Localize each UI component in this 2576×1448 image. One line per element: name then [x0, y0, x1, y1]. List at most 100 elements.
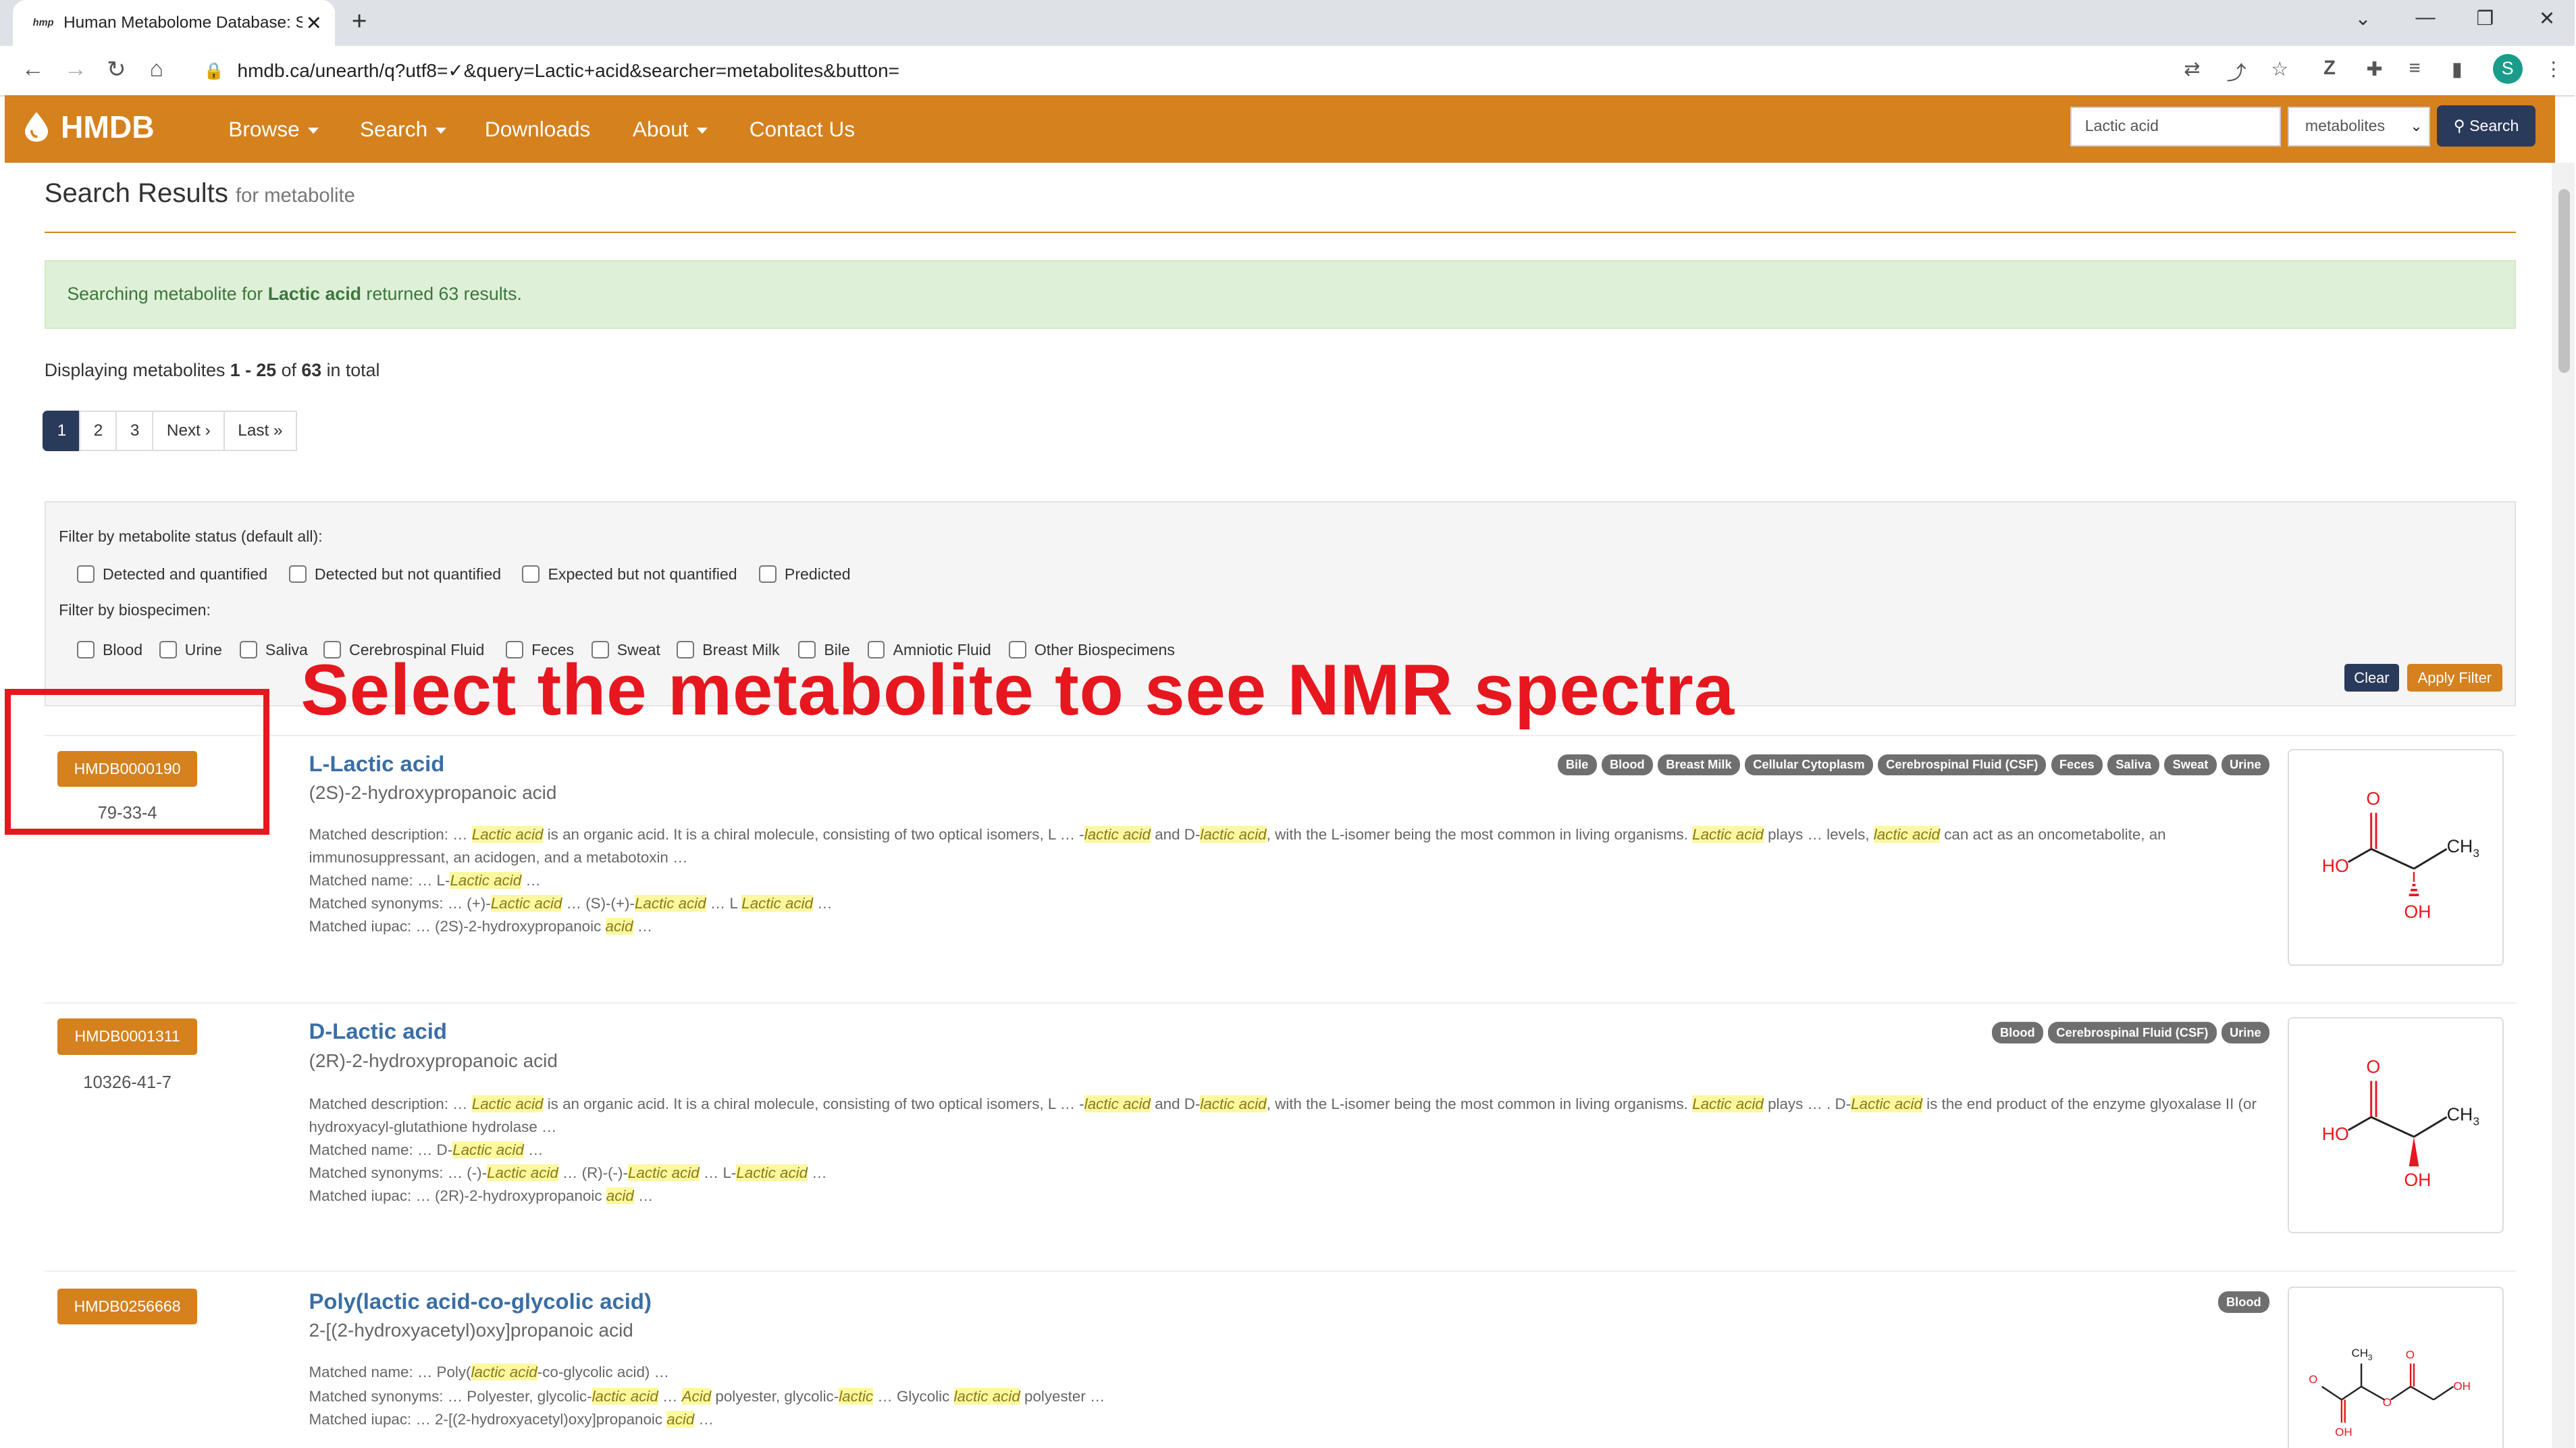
reload-icon[interactable]: ↻	[107, 56, 126, 83]
apply-filter-button[interactable]: Apply Filter	[2407, 663, 2502, 692]
highlight: Lactic acid	[1692, 825, 1764, 843]
nav-about[interactable]: About	[633, 117, 708, 142]
close-tab-icon[interactable]: ✕	[303, 11, 325, 35]
search-button[interactable]: ⚲ Search	[2437, 105, 2536, 147]
filter-predicted[interactable]: Predicted	[758, 565, 851, 584]
atom-oh-label: OH	[2404, 902, 2431, 923]
hmdb-id-button[interactable]: HMDB0256668	[57, 1288, 198, 1325]
metabolite-name-link[interactable]: D-Lactic acid	[309, 1018, 447, 1044]
page-last[interactable]: Last »	[223, 411, 298, 452]
page-3[interactable]: 3	[115, 411, 154, 452]
text-span: …	[633, 1187, 654, 1205]
page-title-text: Search Results	[44, 177, 228, 208]
profile-avatar[interactable]: S	[2492, 54, 2523, 84]
atom-subscript-label: 3	[2473, 1115, 2479, 1128]
page-next[interactable]: Next ›	[152, 411, 226, 452]
reading-list-icon[interactable]: ≡	[2409, 57, 2421, 80]
back-icon[interactable]: ←	[22, 56, 45, 82]
new-tab-icon[interactable]: +	[352, 7, 367, 36]
extensions-icon[interactable]: ✚	[2366, 57, 2382, 81]
nav-browse[interactable]: Browse	[228, 117, 319, 142]
displaying-suffix: in total	[321, 359, 380, 380]
search-input[interactable]: Lactic acid	[2070, 107, 2281, 147]
tab-search-icon[interactable]: ⌄	[2355, 7, 2371, 30]
biospecimen-filter-label: Filter by biospecimen:	[59, 601, 211, 619]
structure-image[interactable]: O HO CH 3 OH	[2287, 1016, 2504, 1234]
text-span: …	[658, 1388, 682, 1405]
drop-logo-icon	[24, 111, 48, 142]
close-window-icon[interactable]: ✕	[2539, 7, 2555, 30]
highlight: Lactic acid	[1692, 1095, 1764, 1112]
page-scrollbar[interactable]	[2552, 162, 2575, 1448]
checkbox[interactable]	[758, 565, 777, 584]
browser-menu-icon[interactable]: ⋮	[2544, 57, 2563, 81]
filter-expected-not-quantified[interactable]: Expected but not quantified	[522, 565, 737, 584]
checkbox[interactable]	[288, 565, 307, 584]
highlight: Acid	[681, 1388, 712, 1405]
minimize-icon[interactable]: —	[2415, 7, 2435, 29]
home-icon[interactable]: ⌂	[149, 56, 163, 82]
url-field[interactable]: 🔒 hmdb.ca/unearth/q?utf8=✓&query=Lactic+…	[197, 51, 2170, 90]
text-span: Matched iupac: … (2R)-2-hydroxypropanoic	[309, 1187, 606, 1205]
text-span: -co-glycolic acid) …	[537, 1363, 669, 1380]
matched-name: Matched name: … L-Lactic acid …	[309, 869, 2273, 892]
highlight: Lactic acid	[490, 895, 562, 912]
hmdb-logo[interactable]: HMDB	[24, 109, 155, 145]
tag-badge: Urine	[2221, 1022, 2269, 1043]
text-span: Matched synonyms: … (+)-	[309, 895, 491, 912]
page-1[interactable]: 1	[43, 411, 81, 452]
metabolite-name-link[interactable]: Poly(lactic acid-co-glycolic acid)	[309, 1289, 652, 1314]
restore-icon[interactable]: ❐	[2476, 7, 2494, 30]
filter-blood[interactable]: Blood	[76, 641, 142, 659]
pagination: 1 2 3 Next › Last »	[43, 411, 298, 452]
tag-badge: Cerebrospinal Fluid (CSF)	[1878, 754, 2047, 776]
page-2[interactable]: 2	[79, 411, 117, 452]
hmdb-id-button[interactable]: HMDB0001311	[57, 1018, 198, 1055]
forward-icon[interactable]: →	[64, 56, 87, 82]
highlight: lactic acid	[1873, 825, 1941, 843]
share-icon[interactable]: ⤴	[2227, 57, 2246, 86]
filter-detected-quantified[interactable]: Detected and quantified	[76, 565, 267, 584]
result-row: HMDB0001311 10326-41-7 D-Lactic acid (2R…	[44, 1002, 2516, 1270]
metabolite-iupac: 2-[(2-hydroxyacetyl)oxy]propanoic acid	[309, 1319, 633, 1341]
matched-synonyms: Matched synonyms: … (+)-Lactic acid … (S…	[309, 892, 2273, 915]
zotero-extension-icon[interactable]: Z	[2323, 57, 2336, 80]
structure-image[interactable]: O HO CH 3 OH	[2287, 749, 2504, 966]
favicon-icon: hmp	[32, 18, 54, 29]
structure-image[interactable]: CH 3 O O OH O OH	[2287, 1287, 2504, 1448]
filter-saliva[interactable]: Saliva	[239, 641, 308, 659]
scrollbar-thumb[interactable]	[2558, 188, 2571, 373]
atom-o-label: O	[2405, 1349, 2414, 1362]
highlight: Lactic acid	[634, 895, 706, 912]
text-span: and D-	[1151, 825, 1201, 843]
clear-filter-button[interactable]: Clear	[2344, 663, 2399, 692]
filter-detected-not-quantified[interactable]: Detected but not quantified	[288, 565, 501, 584]
search-type-select[interactable]: metabolites ⌄	[2287, 107, 2431, 147]
result-row: HMDB0000190 79-33-4 L-Lactic acid (2S)-2…	[44, 734, 2516, 1002]
displaying-summary: Displaying metabolites 1 - 25 of 63 in t…	[45, 360, 380, 381]
checkbox[interactable]	[159, 641, 177, 659]
metabolite-name-link[interactable]: L-Lactic acid	[309, 751, 445, 777]
tag-badge: Urine	[2221, 754, 2269, 776]
checkbox[interactable]	[76, 565, 95, 584]
biospecimen-tags: Bile Blood Breast Milk Cellular Cytoplas…	[1552, 754, 2269, 776]
matched-iupac: Matched iupac: … (2S)-2-hydroxypropanoic…	[309, 915, 2273, 938]
side-panel-icon[interactable]: ▮	[2452, 57, 2463, 81]
nav-downloads[interactable]: Downloads	[485, 117, 590, 142]
text-span: … (R)-(-)-	[558, 1164, 628, 1182]
browser-tab[interactable]: hmp Human Metabolome Database: S ✕	[13, 0, 336, 47]
filter-urine[interactable]: Urine	[159, 641, 222, 659]
translate-icon[interactable]: ⇄	[2184, 57, 2200, 81]
filter-label: Predicted	[784, 565, 851, 583]
atom-o-label: O	[2309, 1373, 2317, 1386]
atom-ch-label: CH	[2351, 1347, 2368, 1360]
checkbox[interactable]	[76, 641, 95, 659]
highlight: lactic acid	[1084, 1095, 1151, 1112]
bookmark-star-icon[interactable]: ☆	[2271, 57, 2288, 81]
tag-badge: Blood	[2217, 1291, 2269, 1314]
text-span: , with the L-isomer being the most commo…	[1266, 1095, 1693, 1112]
nav-search[interactable]: Search	[360, 117, 447, 142]
checkbox[interactable]	[239, 641, 257, 659]
checkbox[interactable]	[522, 565, 540, 584]
nav-contact-us[interactable]: Contact Us	[750, 117, 855, 142]
